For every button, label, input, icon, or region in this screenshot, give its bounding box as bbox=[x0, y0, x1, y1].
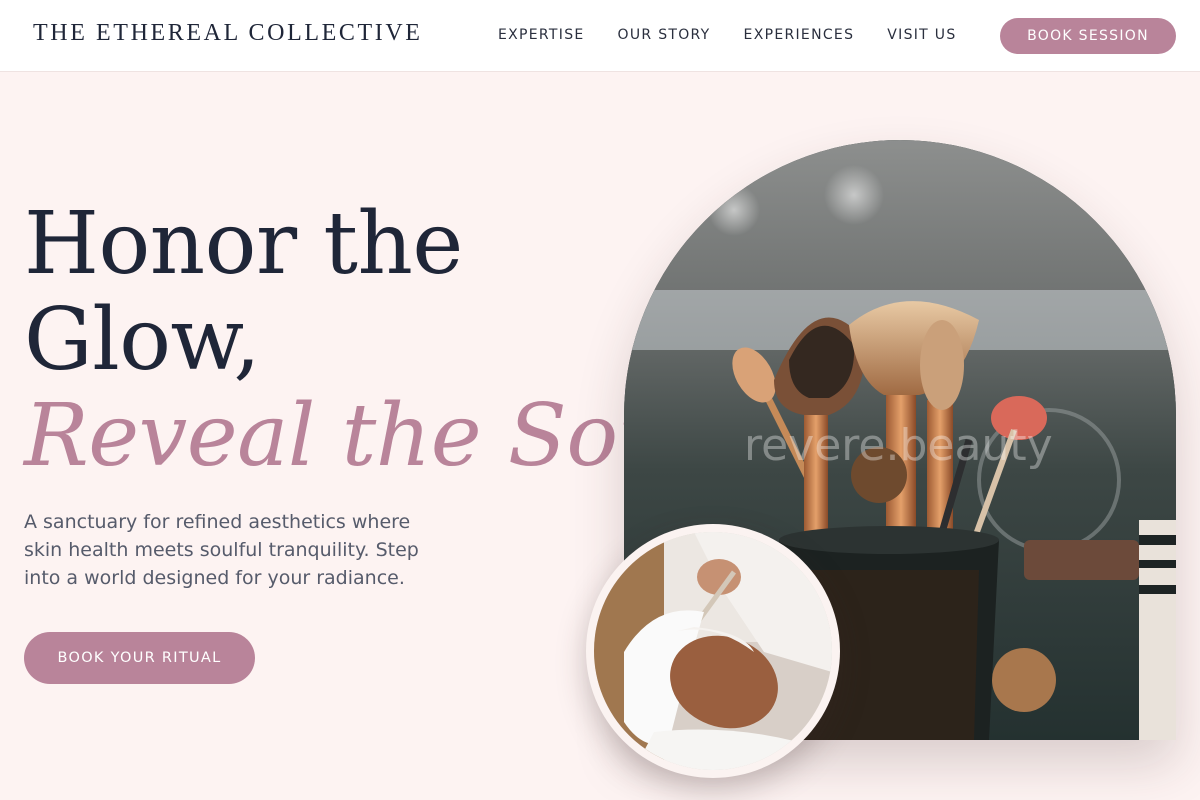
headline-line-2: Glow, bbox=[24, 290, 261, 390]
hero-headline: Honor the Glow, Reveal the Soul. bbox=[24, 194, 727, 486]
nav-link-our-story[interactable]: OUR STORY bbox=[618, 27, 711, 43]
arch-watermark: revere.beauty bbox=[744, 420, 1053, 471]
circle-image-facial bbox=[594, 532, 832, 770]
headline-line-1: Honor the bbox=[24, 194, 463, 294]
main-nav: EXPERTISE OUR STORY EXPERIENCES VISIT US bbox=[498, 27, 957, 43]
headline-accent: Reveal the Soul. bbox=[24, 386, 727, 486]
facial-treatment-illustration bbox=[594, 532, 832, 770]
hero-subtext: A sanctuary for refined aesthetics where… bbox=[24, 511, 419, 589]
circle-image-facial-frame bbox=[586, 524, 840, 778]
top-navbar: THE ETHEREAL COLLECTIVE EXPERTISE OUR ST… bbox=[0, 0, 1200, 72]
nav-link-visit-us[interactable]: VISIT US bbox=[887, 27, 956, 43]
nav-link-expertise[interactable]: EXPERTISE bbox=[498, 27, 585, 43]
nav-link-experiences[interactable]: EXPERIENCES bbox=[744, 27, 855, 43]
book-session-button[interactable]: BOOK SESSION bbox=[1000, 18, 1176, 54]
brand-logo[interactable]: THE ETHEREAL COLLECTIVE bbox=[33, 20, 423, 47]
book-ritual-button[interactable]: BOOK YOUR RITUAL bbox=[24, 632, 255, 684]
